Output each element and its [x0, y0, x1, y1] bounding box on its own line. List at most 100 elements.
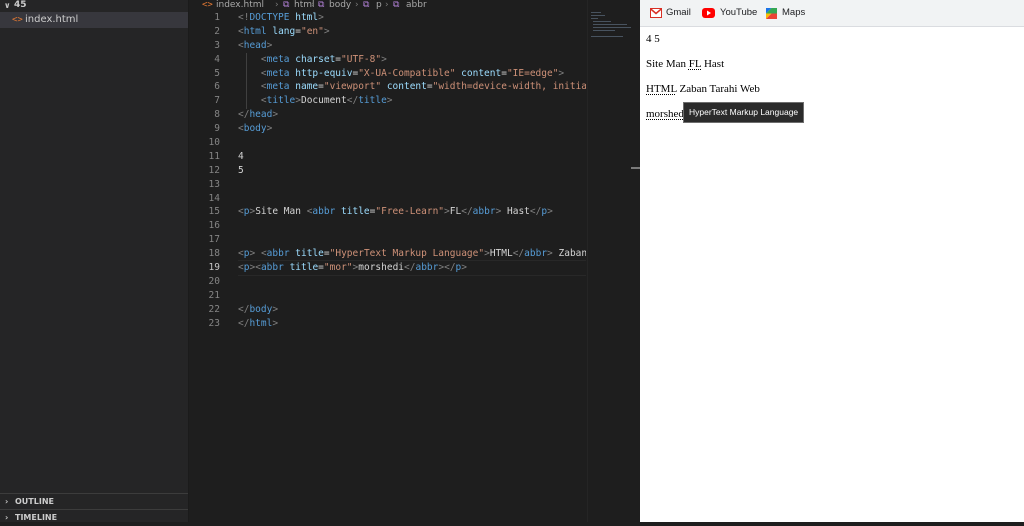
code-editor[interactable]: <> index.html › ⧉ html › ⧉ body › ⧉ p › … — [189, 0, 640, 522]
explorer-folder-header[interactable]: ∨ 45 — [0, 0, 188, 12]
code-line[interactable]: <html lang="en"> — [238, 25, 586, 39]
line-number: 1 — [214, 12, 220, 23]
line-number: 23 — [208, 317, 220, 329]
code-line[interactable]: <meta charset="UTF-8"> — [238, 53, 586, 67]
minimap-line — [591, 36, 623, 37]
explorer-sidebar: ∨ 45 <> index.html › OUTLINE › TIMELINE — [0, 0, 189, 522]
scrollbar-cursor-marker — [631, 167, 640, 169]
file-name: index.html — [25, 14, 79, 25]
element-icon: ⧉ — [318, 0, 325, 10]
code-line[interactable]: <meta name="viewport" content="width=dev… — [238, 80, 586, 94]
code-line[interactable]: </body> — [238, 303, 586, 317]
code-line[interactable]: 5 — [238, 164, 586, 178]
breadcrumb: <> index.html › ⧉ html › ⧉ body › ⧉ p › … — [189, 0, 640, 11]
chevron-right-icon: › — [355, 0, 359, 10]
code-line[interactable]: <head> — [238, 39, 586, 53]
timeline-panel-header[interactable]: › TIMELINE — [0, 509, 188, 526]
paragraph-text: Hast — [701, 58, 725, 70]
line-number: 15 — [208, 206, 220, 218]
minimap-line — [593, 21, 611, 22]
page-text-numbers: 4 5 — [646, 33, 660, 45]
line-number: 5 — [214, 67, 220, 79]
line-number: 13 — [208, 178, 220, 190]
code-line[interactable]: ​ — [238, 178, 586, 192]
line-number: 17 — [208, 234, 220, 246]
bookmarks-bar: Gmail YouTube Maps — [640, 0, 1024, 27]
element-icon: ⧉ — [393, 0, 400, 10]
minimap-line — [591, 18, 598, 19]
breadcrumb-item-p[interactable]: p — [376, 0, 382, 10]
code-line[interactable]: <title>Document</title> — [238, 94, 586, 108]
outline-panel-header[interactable]: › OUTLINE — [0, 493, 188, 510]
line-number: 4 — [214, 53, 220, 65]
minimap[interactable] — [587, 0, 632, 522]
breadcrumb-file[interactable]: index.html — [216, 0, 264, 10]
line-number: 11 — [208, 150, 220, 162]
line-number: 8 — [214, 109, 220, 121]
code-line[interactable]: <!DOCTYPE html> — [238, 11, 586, 25]
code-line[interactable]: </html> — [238, 317, 586, 331]
code-line[interactable]: ​ — [238, 233, 586, 247]
code-line[interactable]: </head> — [238, 108, 586, 122]
line-number: 12 — [208, 164, 220, 176]
line-number: 3 — [214, 39, 220, 51]
line-number: 18 — [208, 248, 220, 260]
code-lines[interactable]: <!DOCTYPE html> <html lang="en"> <head> <m… — [238, 11, 586, 522]
explorer-file-item[interactable]: <> index.html — [0, 12, 188, 28]
chevron-right-icon: › — [5, 497, 9, 506]
element-icon: ⧉ — [363, 0, 370, 10]
maps-icon — [766, 8, 777, 19]
abbr-morshedi[interactable]: morshedi — [646, 108, 687, 120]
gmail-icon — [650, 8, 662, 18]
code-line[interactable]: ​ — [238, 192, 586, 206]
code-line[interactable]: <p>Site Man <abbr title="Free-Learn">FL<… — [238, 205, 586, 219]
line-number: 10 — [208, 137, 220, 149]
line-number: 7 — [214, 95, 220, 107]
line-number: 9 — [214, 123, 220, 135]
breadcrumb-item-abbr[interactable]: abbr — [406, 0, 427, 10]
page-paragraph-1: Site Man FL Hast — [646, 58, 724, 70]
line-number: 20 — [208, 275, 220, 287]
chevron-right-icon: › — [275, 0, 279, 10]
chevron-right-icon: › — [5, 513, 9, 522]
line-number: 16 — [208, 220, 220, 232]
page-paragraph-3: morshedi — [646, 108, 687, 120]
line-number: 14 — [208, 192, 220, 204]
bookmark-label: Gmail — [666, 7, 691, 18]
code-line[interactable]: ​ — [238, 219, 586, 233]
abbr-tooltip: HyperText Markup Language — [683, 102, 805, 123]
code-line[interactable]: ​ — [238, 136, 586, 150]
code-line[interactable]: <body> — [238, 122, 586, 136]
line-number: 22 — [208, 303, 220, 315]
code-line[interactable]: <meta http-equiv="X-UA-Compatible" conte… — [238, 67, 586, 81]
page-paragraph-2: HTML Zaban Tarahi Web — [646, 83, 760, 95]
code-line[interactable]: 4 — [238, 150, 586, 164]
browser-preview: Gmail YouTube Maps 4 5 Site Man FL Hast … — [640, 0, 1024, 522]
paragraph-text: Site Man — [646, 58, 689, 70]
minimap-line — [593, 27, 631, 28]
code-line[interactable]: <p> <abbr title="HyperText Markup Langua… — [238, 247, 586, 261]
line-number: 21 — [208, 289, 220, 301]
minimap-line — [593, 30, 615, 31]
line-number: 6 — [214, 81, 220, 93]
minimap-line — [591, 15, 605, 16]
html-file-icon: <> — [202, 0, 213, 10]
folder-name: 45 — [14, 0, 27, 10]
chevron-right-icon: › — [311, 0, 315, 10]
chevron-down-icon: ∨ — [4, 1, 11, 10]
code-line[interactable]: ​ — [238, 275, 586, 289]
html-file-icon: <> — [12, 15, 23, 25]
youtube-icon — [702, 8, 715, 18]
vertical-scrollbar[interactable] — [631, 0, 640, 522]
line-number: 2 — [214, 25, 220, 37]
minimap-line — [593, 24, 627, 25]
chevron-right-icon: › — [385, 0, 389, 10]
bookmark-label: Maps — [782, 7, 806, 18]
abbr-fl[interactable]: FL — [689, 58, 701, 70]
breadcrumb-item-body[interactable]: body — [329, 0, 351, 10]
outline-label: OUTLINE — [15, 497, 54, 506]
line-number-gutter: 1 2 3 4 5 6 7 8 9 10 11 12 13 14 15 16 17 18 19 20 21 22 23 — [189, 11, 220, 330]
code-line[interactable]: ​ — [238, 289, 586, 303]
code-line[interactable]: <p><abbr title="mor">morshedi</abbr></p> — [238, 260, 586, 276]
abbr-html[interactable]: HTML — [646, 83, 677, 95]
